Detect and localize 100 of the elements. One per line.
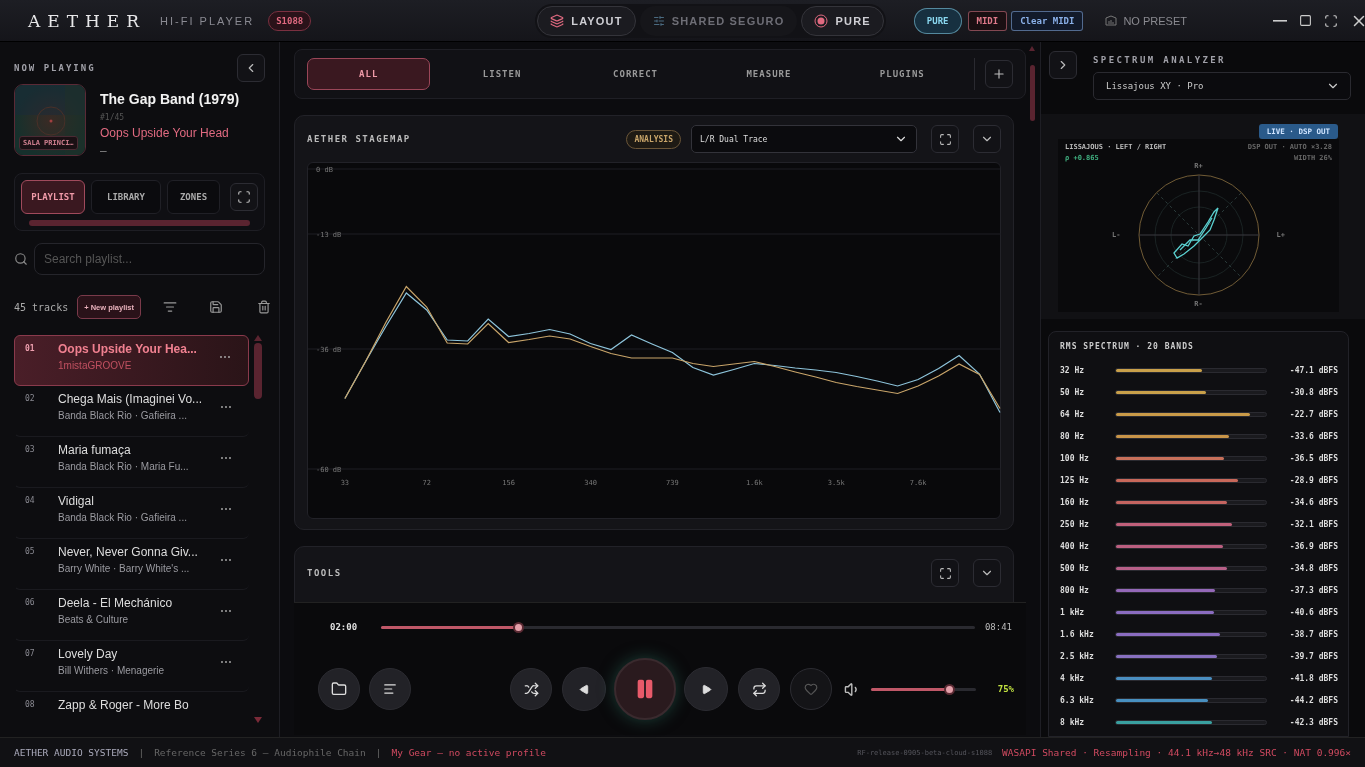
expand-button[interactable]: [931, 125, 959, 153]
card-title: TOOLS: [307, 568, 342, 578]
band-frequency: 800 Hz: [1060, 585, 1090, 595]
save-button[interactable]: [209, 300, 223, 314]
track-name: Never, Never Gonna Giv...: [58, 545, 198, 559]
tab[interactable]: PLUGINS: [840, 58, 965, 90]
track-artist: Bill Withers · Menagerie: [58, 665, 165, 676]
track-artist: 1mistaGROOVE: [58, 360, 133, 371]
scrollbar-thumb: [1029, 65, 1035, 121]
track-number: 08: [25, 700, 36, 709]
list-icon: [383, 682, 397, 696]
playlist-item[interactable]: 06 Deela - El Mechánico Beats & Culture ⋯: [14, 590, 249, 641]
more-button[interactable]: ⋯: [213, 350, 238, 364]
playlist-item[interactable]: 04 Vidigal Banda Black Rio · Gafieira ... ⋯: [14, 488, 249, 539]
seek-handle[interactable]: [512, 621, 524, 633]
track-name: Zapp & Roger - More Bo: [58, 698, 189, 712]
expand-button[interactable]: [931, 559, 959, 587]
band-reading: -41.8 dBFS: [1289, 673, 1338, 683]
card-title: RMS SPECTRUM · 20 BANDS: [1060, 342, 1195, 351]
shuffle-icon: [523, 681, 539, 697]
playlist-item[interactable]: 03 Maria fumaça Banda Black Rio · Maria Fu... ⋯: [14, 437, 249, 488]
track-title: Oops Upside Your Head: [100, 126, 230, 140]
track-artist: Barry White · Barry White's ...: [58, 563, 191, 574]
band-reading: -42.3 dBFS: [1289, 717, 1338, 727]
preset-button[interactable]: NO PRESET: [1099, 13, 1193, 28]
more-button[interactable]: ⋯: [214, 553, 239, 567]
band-frequency: 4 kHz: [1060, 673, 1086, 683]
next-button[interactable]: [684, 667, 728, 711]
tab[interactable]: LIBRARY: [91, 180, 161, 214]
band-reading: -37.3 dBFS: [1289, 585, 1338, 595]
playlist-item[interactable]: 07 Lovely Day Bill Withers · Menagerie ⋯: [14, 641, 249, 692]
queue-button[interactable]: [369, 668, 411, 710]
pause-button[interactable]: [614, 658, 676, 720]
more-button[interactable]: ⋯: [214, 400, 239, 414]
playlist-item[interactable]: 05 Never, Never Gonna Giv... Barry White · Barry White's ... ⋯: [14, 539, 249, 590]
band-frequency: 1.6 kHz: [1060, 629, 1095, 639]
analysis-badge: ANALYSIS: [626, 129, 681, 149]
band-frequency: 64 Hz: [1060, 409, 1086, 419]
band-reading: -30.8 dBFS: [1289, 387, 1338, 397]
band-reading: -39.7 dBFS: [1289, 651, 1338, 661]
tab[interactable]: LISTEN: [440, 58, 564, 90]
save-icon: [209, 300, 223, 314]
more-button[interactable]: ⋯: [214, 451, 239, 465]
tab[interactable]: PLAYLIST: [21, 180, 85, 214]
playlist-item[interactable]: 01 Oops Upside Your Hea... 1mistaGROOVE ⋯: [14, 335, 249, 386]
band-frequency: 100 Hz: [1060, 453, 1090, 463]
tab[interactable]: MEASURE: [707, 58, 831, 90]
more-button[interactable]: ⋯: [214, 655, 239, 669]
band-reading: -34.6 dBFS: [1289, 497, 1338, 507]
card-title: AETHER STAGEMAP: [307, 134, 411, 144]
band-reading: -47.1 dBFS: [1289, 365, 1338, 375]
repeat-button[interactable]: [738, 668, 780, 710]
band-frequency: 160 Hz: [1060, 497, 1090, 507]
midi-button[interactable]: MIDI: [967, 10, 1008, 31]
profile-text: My Gear — no active profile: [391, 747, 546, 758]
album-title: The Gap Band (1979): [100, 91, 240, 107]
search-field[interactable]: Search playlist...: [34, 243, 265, 275]
band-frequency: 80 Hz: [1060, 431, 1086, 441]
previous-icon: [578, 683, 590, 695]
clear-midi-button[interactable]: Clear MIDI: [1011, 10, 1084, 31]
track-number: 01: [25, 344, 36, 353]
mode-button[interactable]: PURE: [801, 5, 884, 36]
pure-pill[interactable]: PURE: [913, 7, 962, 34]
band-frequency: 400 Hz: [1060, 541, 1090, 551]
add-button[interactable]: [985, 60, 1014, 88]
tab[interactable]: ZONES: [167, 180, 220, 214]
section-heading: NOW PLAYING: [14, 63, 96, 73]
band-frequency: 8 kHz: [1060, 717, 1086, 727]
expand-icon: [938, 566, 952, 580]
separator: |: [375, 747, 382, 758]
scroll-up-icon: [1029, 46, 1035, 51]
sort-button[interactable]: [163, 300, 177, 314]
elapsed-time: 02:00: [330, 622, 358, 632]
previous-button[interactable]: [562, 667, 606, 711]
folder-icon: [331, 681, 347, 697]
track-artist: Beats & Culture: [58, 614, 130, 625]
volume-handle[interactable]: [943, 683, 955, 695]
band-frequency: 1 kHz: [1060, 607, 1086, 617]
mode-select[interactable]: L/R Dual Trace: [691, 125, 917, 153]
analyzer-select[interactable]: Lissajous XY · Pro: [1093, 72, 1351, 100]
mode-button[interactable]: SHARED SEGURO: [639, 5, 798, 36]
track-number: 05: [25, 547, 36, 556]
delete-button[interactable]: [257, 300, 271, 314]
playlist-item[interactable]: 02 Chega Mais (Imaginei Vo... Banda Black Rio · Gafieira ... ⋯: [14, 386, 249, 437]
track-name: Oops Upside Your Hea...: [58, 342, 197, 356]
shuffle-button[interactable]: [510, 668, 552, 710]
track-name: Chega Mais (Imaginei Vo...: [58, 392, 203, 406]
more-button[interactable]: ⋯: [214, 604, 239, 618]
folder-button[interactable]: [318, 668, 360, 710]
tab[interactable]: ALL: [307, 58, 431, 90]
scroll-up-icon: [254, 335, 262, 341]
focus-button[interactable]: [230, 183, 258, 211]
search-icon: [14, 252, 28, 266]
band-frequency: 125 Hz: [1060, 475, 1090, 485]
separator: |: [138, 747, 145, 758]
tab[interactable]: CORRECT: [573, 58, 698, 90]
build-badge: S1088: [268, 10, 312, 31]
next-icon: [700, 683, 712, 695]
more-button[interactable]: ⋯: [214, 502, 239, 516]
mode-button[interactable]: LAYOUT: [537, 5, 636, 36]
